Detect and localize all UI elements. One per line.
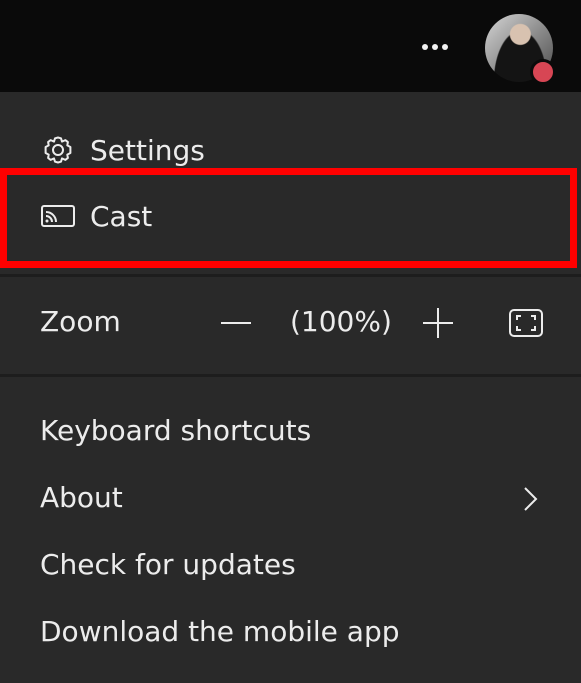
top-bar bbox=[0, 0, 581, 92]
zoom-out-button[interactable] bbox=[218, 305, 254, 341]
download-mobile-app-menu-item[interactable]: Download the mobile app bbox=[40, 607, 560, 657]
about-menu-item[interactable]: About bbox=[40, 473, 560, 523]
zoom-label: Zoom bbox=[40, 305, 121, 338]
fullscreen-button[interactable] bbox=[508, 305, 544, 341]
more-horizontal-icon bbox=[422, 44, 448, 50]
zoom-level: (100%) bbox=[290, 305, 392, 338]
plus-icon bbox=[423, 308, 453, 338]
more-options-button[interactable] bbox=[415, 30, 455, 64]
minus-icon bbox=[221, 322, 251, 324]
settings-label: Settings bbox=[90, 133, 205, 167]
fit-to-screen-icon bbox=[509, 309, 543, 337]
presence-status-badge bbox=[530, 59, 556, 85]
zoom-in-button[interactable] bbox=[420, 305, 456, 341]
cast-highlight-box bbox=[0, 168, 577, 268]
gear-icon bbox=[40, 132, 76, 168]
menu-divider bbox=[0, 274, 581, 277]
chevron-right-icon bbox=[515, 484, 543, 514]
check-for-updates-menu-item[interactable]: Check for updates bbox=[40, 540, 560, 590]
zoom-row: Zoom (100%) bbox=[0, 295, 581, 351]
keyboard-shortcuts-menu-item[interactable]: Keyboard shortcuts bbox=[40, 406, 560, 456]
menu-divider bbox=[0, 374, 581, 377]
